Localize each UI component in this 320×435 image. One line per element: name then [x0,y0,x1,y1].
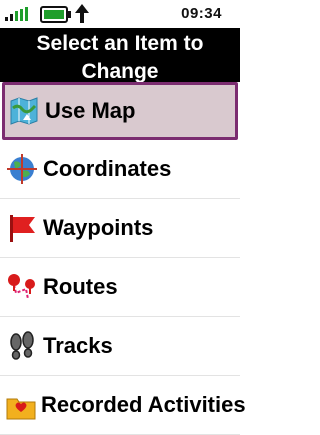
menu-item-label: Coordinates [43,156,172,181]
menu-item-use-map[interactable]: Use Map [2,82,238,140]
menu-list: Use Map Coordinates Waypoints Routes Tra… [0,82,246,435]
signal-bars-icon [5,7,28,21]
page-title: Select an Item to Change [0,28,240,83]
gps-arrow-icon [75,4,89,23]
menu-item-label: Routes [43,274,118,299]
folder-icon [5,388,37,422]
footprints-icon [5,329,39,363]
menu-item-label: Recorded Activities [41,392,246,417]
clock: 09:34 [181,5,222,22]
red-flag-icon [5,211,39,245]
menu-item-label: Use Map [45,98,136,123]
menu-item-routes[interactable]: Routes [0,258,240,317]
title-line-1: Select an Item to [36,32,204,55]
battery-icon [40,6,71,23]
status-bar: 09:34 [0,0,240,28]
map-icon [7,94,41,128]
menu-item-recorded-activities[interactable]: Recorded Activities [0,376,246,435]
menu-item-waypoints[interactable]: Waypoints [0,199,240,258]
menu-item-label: Waypoints [43,215,154,240]
globe-crosshair-icon [5,152,39,186]
menu-item-coordinates[interactable]: Coordinates [0,140,240,199]
menu-item-tracks[interactable]: Tracks [0,317,240,376]
route-pins-icon [5,270,39,304]
title-line-2: Change [81,60,159,83]
menu-item-label: Tracks [43,333,113,358]
